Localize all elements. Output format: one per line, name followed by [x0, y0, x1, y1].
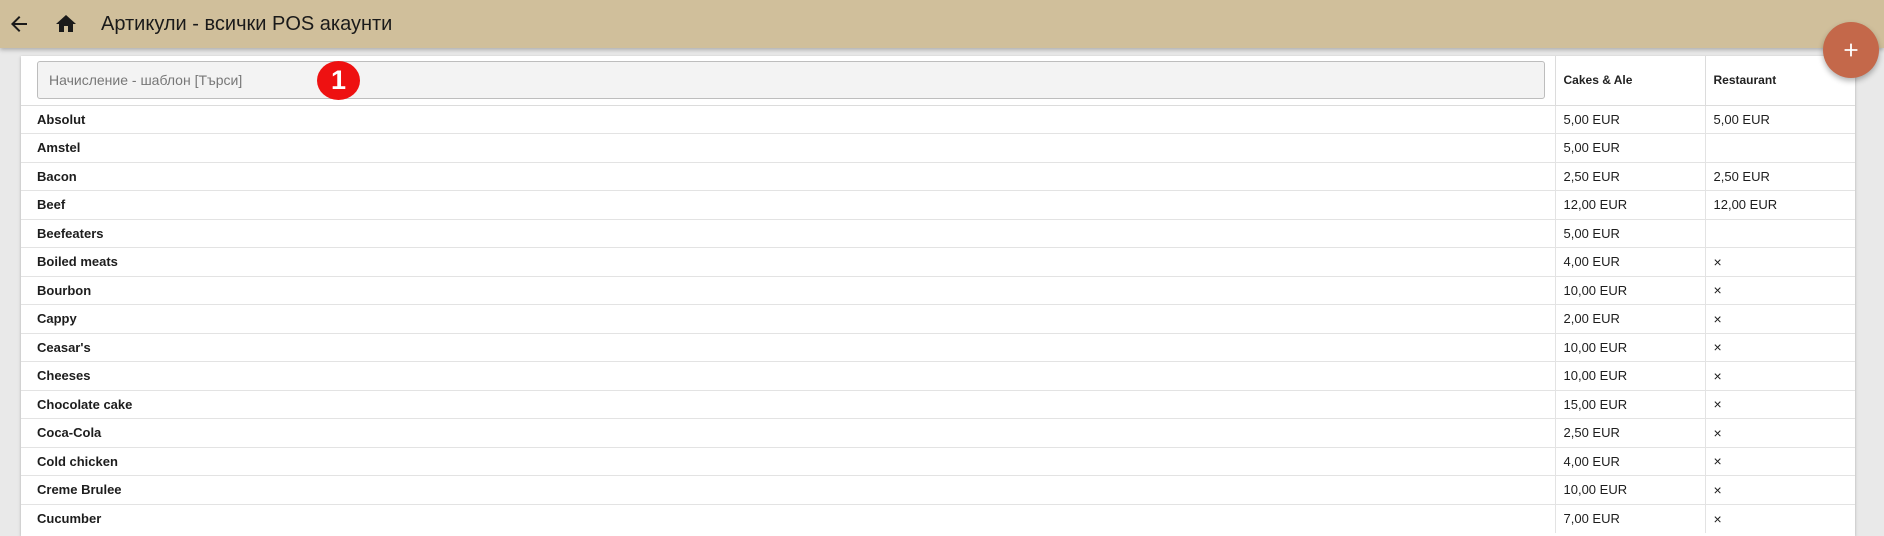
- table-row[interactable]: Coca-Cola 2,50 EUR ×: [21, 418, 1855, 447]
- table-row[interactable]: Cheeses 10,00 EUR ×: [21, 361, 1855, 390]
- article-name-cell[interactable]: Absolut: [21, 104, 1555, 134]
- table-row[interactable]: Bacon 2,50 EUR 2,50 EUR: [21, 161, 1855, 191]
- price-cell-cakes-ale[interactable]: 2,50 EUR: [1554, 161, 1705, 191]
- table-row[interactable]: Beef 12,00 EUR 12,00 EUR: [21, 190, 1855, 219]
- articles-card: Cakes & Ale Restaurant Absolut5,00 EUR5,…: [21, 56, 1855, 536]
- add-button[interactable]: [1823, 22, 1879, 78]
- home-icon: [56, 15, 76, 32]
- price-cell-cakes-ale[interactable]: 2,00 EUR: [1554, 304, 1705, 333]
- price-cell-restaurant[interactable]: 2,50 EUR: [1704, 161, 1855, 191]
- price-cell-cakes-ale[interactable]: 2,50 EUR: [1554, 418, 1705, 447]
- price-cell-restaurant[interactable]: ×: [1704, 304, 1855, 333]
- table-row[interactable]: Absolut 5,00 EUR 5,00 EUR: [21, 104, 1855, 134]
- article-name-cell[interactable]: Beefeaters: [21, 218, 1555, 248]
- table-row[interactable]: Boiled meats 4,00 EUR ×: [21, 247, 1855, 276]
- article-name-cell[interactable]: Amstel: [21, 133, 1555, 162]
- price-cell-restaurant[interactable]: ×: [1704, 247, 1855, 276]
- price-cell-cakes-ale[interactable]: 4,00 EUR: [1554, 247, 1705, 276]
- article-name-cell[interactable]: Boiled meats: [21, 247, 1555, 276]
- home-button[interactable]: [54, 12, 78, 36]
- price-cell-restaurant[interactable]: 5,00 EUR: [1704, 104, 1855, 134]
- article-name-cell[interactable]: Bacon: [21, 161, 1555, 191]
- article-name-cell[interactable]: Chocolate cake: [21, 389, 1555, 419]
- table-row[interactable]: Ceasar's 10,00 EUR ×: [21, 332, 1855, 362]
- price-cell-cakes-ale[interactable]: 10,00 EUR: [1554, 332, 1705, 362]
- back-button[interactable]: [7, 12, 31, 36]
- price-cell-cakes-ale[interactable]: 5,00 EUR: [1554, 133, 1705, 162]
- table-row[interactable]: Creme Brulee 10,00 EUR ×: [21, 475, 1855, 504]
- price-cell-restaurant[interactable]: ×: [1704, 275, 1855, 305]
- price-cell-cakes-ale[interactable]: 5,00 EUR: [1554, 218, 1705, 248]
- price-cell-cakes-ale[interactable]: 10,00 EUR: [1554, 361, 1705, 390]
- search-header-cell: [21, 56, 1555, 106]
- price-cell-cakes-ale[interactable]: 10,00 EUR: [1554, 275, 1705, 305]
- app-toolbar: Артикули - всички POS акаунти: [0, 0, 1884, 48]
- price-cell-cakes-ale[interactable]: 5,00 EUR: [1554, 104, 1705, 134]
- article-name-cell[interactable]: Coca-Cola: [21, 418, 1555, 447]
- price-cell-cakes-ale[interactable]: 15,00 EUR: [1554, 389, 1705, 419]
- table-row[interactable]: Chocolate cake 15,00 EUR ×: [21, 389, 1855, 419]
- column-header-cakes-ale[interactable]: Cakes & Ale: [1554, 56, 1705, 106]
- price-cell-restaurant[interactable]: ×: [1704, 503, 1855, 533]
- price-cell-restaurant[interactable]: [1704, 218, 1855, 248]
- article-name-cell[interactable]: Bourbon: [21, 275, 1555, 305]
- price-cell-restaurant[interactable]: ×: [1704, 475, 1855, 504]
- table-row[interactable]: Cold chicken 4,00 EUR ×: [21, 446, 1855, 476]
- article-name-cell[interactable]: Ceasar's: [21, 332, 1555, 362]
- page-title: Артикули - всички POS акаунти: [101, 12, 393, 35]
- article-name-cell[interactable]: Cold chicken: [21, 446, 1555, 476]
- price-cell-restaurant[interactable]: ×: [1704, 446, 1855, 476]
- price-cell-restaurant[interactable]: ×: [1704, 332, 1855, 362]
- annotation-badge: 1: [317, 61, 360, 100]
- table-row[interactable]: Cappy 2,00 EUR ×: [21, 304, 1855, 333]
- search-input[interactable]: [37, 61, 1545, 100]
- article-name-cell[interactable]: Beef: [21, 190, 1555, 219]
- table-header-row: Cakes & Ale Restaurant: [21, 56, 1855, 106]
- price-cell-restaurant[interactable]: ×: [1704, 418, 1855, 447]
- price-cell-restaurant[interactable]: [1704, 133, 1855, 162]
- price-cell-restaurant[interactable]: 12,00 EUR: [1704, 190, 1855, 219]
- table-row[interactable]: Bourbon 10,00 EUR ×: [21, 275, 1855, 305]
- article-name-cell[interactable]: Cappy: [21, 304, 1555, 333]
- table-row[interactable]: Amstel 5,00 EUR: [21, 133, 1855, 162]
- price-cell-restaurant[interactable]: ×: [1704, 389, 1855, 419]
- articles-table: Cakes & Ale Restaurant Absolut5,00 EUR5,…: [21, 56, 1855, 533]
- article-name-cell[interactable]: Creme Brulee: [21, 475, 1555, 504]
- price-cell-cakes-ale[interactable]: 4,00 EUR: [1554, 446, 1705, 476]
- price-cell-cakes-ale[interactable]: 7,00 EUR: [1554, 503, 1705, 533]
- table-row[interactable]: Cucumber 7,00 EUR ×: [21, 503, 1855, 533]
- price-cell-restaurant[interactable]: ×: [1704, 361, 1855, 390]
- price-cell-cakes-ale[interactable]: 10,00 EUR: [1554, 475, 1705, 504]
- arrow-left-icon: [11, 16, 27, 32]
- article-name-cell[interactable]: Cheeses: [21, 361, 1555, 390]
- price-cell-cakes-ale[interactable]: 12,00 EUR: [1554, 190, 1705, 219]
- article-name-cell[interactable]: Cucumber: [21, 503, 1555, 533]
- table-row[interactable]: Beefeaters 5,00 EUR: [21, 218, 1855, 248]
- plus-icon: [1844, 43, 1858, 57]
